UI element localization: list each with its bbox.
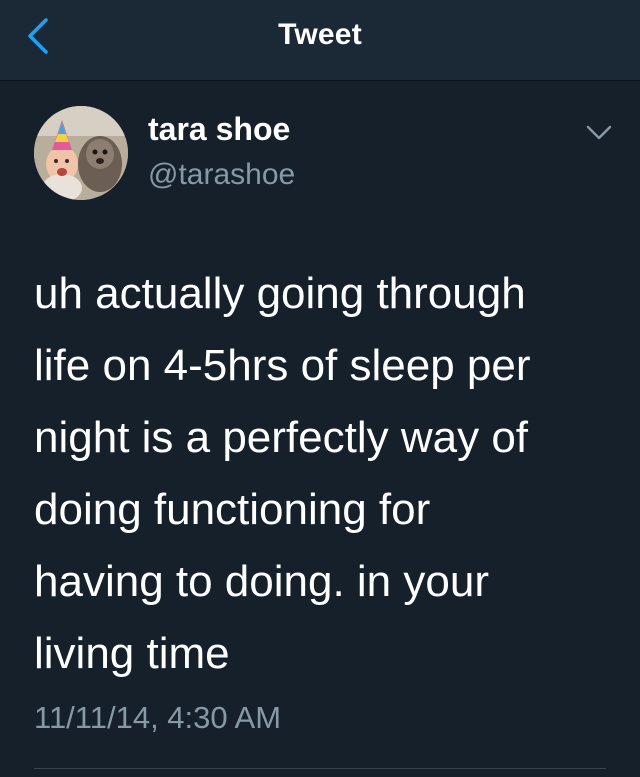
tweet-author-header: tara shoe @tarashoe [0, 80, 640, 230]
tweet-text-line: having to doing. in your [34, 557, 489, 606]
page-title: Tweet [278, 18, 362, 51]
tweet-text-line: life on 4-5hrs of sleep per [34, 341, 531, 390]
tweet-text-line: living time [34, 629, 230, 678]
tweet-text-line: doing functioning for [34, 485, 431, 534]
tweet-menu-button[interactable] [586, 124, 612, 142]
tweet-text: uh actually going through life on 4-5hrs… [34, 258, 614, 690]
chevron-down-icon [586, 125, 612, 140]
tweet-text-line: uh actually going through [34, 269, 526, 318]
author-handle[interactable]: @tarashoe [148, 158, 295, 192]
tweet-text-line: night is a perfectly way of [34, 413, 529, 462]
tweet-detail-screen: Tweet tara shoe @tarashoe uh actually go… [0, 0, 640, 777]
avatar[interactable] [34, 106, 128, 200]
author-display-name[interactable]: tara shoe [148, 111, 290, 148]
navigation-bar: Tweet [0, 0, 640, 81]
divider [34, 768, 606, 769]
profile-avatar [34, 106, 128, 200]
tweet-timestamp[interactable]: 11/11/14, 4:30 AM [34, 700, 281, 736]
